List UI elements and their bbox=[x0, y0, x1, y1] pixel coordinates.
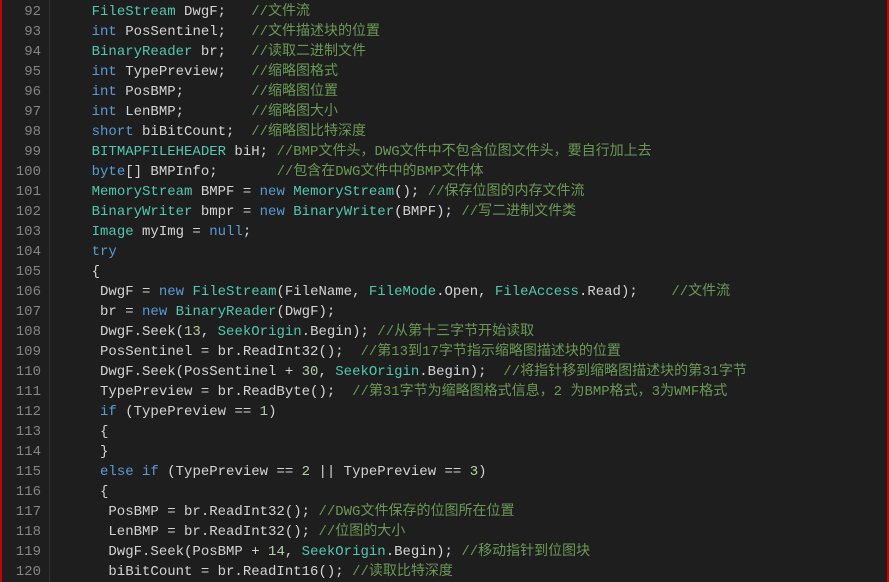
code-area[interactable]: FileStream DwgF; //文件流 int PosSentinel; … bbox=[50, 0, 887, 582]
code-line[interactable]: int PosSentinel; //文件描述块的位置 bbox=[58, 22, 887, 42]
code-line[interactable]: int TypePreview; //缩略图格式 bbox=[58, 62, 887, 82]
line-number: 115 bbox=[8, 462, 41, 482]
line-number: 104 bbox=[8, 242, 41, 262]
code-line[interactable]: { bbox=[58, 422, 887, 442]
line-number: 111 bbox=[8, 382, 41, 402]
code-line[interactable]: BinaryWriter bmpr = new BinaryWriter(BMP… bbox=[58, 202, 887, 222]
code-line[interactable]: int LenBMP; //缩略图大小 bbox=[58, 102, 887, 122]
line-number: 101 bbox=[8, 182, 41, 202]
code-line[interactable]: short biBitCount; //缩略图比特深度 bbox=[58, 122, 887, 142]
code-line[interactable]: Image myImg = null; bbox=[58, 222, 887, 242]
line-number-gutter: 9293949596979899100101102103104105106107… bbox=[2, 0, 50, 582]
line-number: 119 bbox=[8, 542, 41, 562]
line-number: 95 bbox=[8, 62, 41, 82]
line-number: 120 bbox=[8, 562, 41, 582]
line-number: 108 bbox=[8, 322, 41, 342]
code-line[interactable]: br = new BinaryReader(DwgF); bbox=[58, 302, 887, 322]
line-number: 118 bbox=[8, 522, 41, 542]
code-line[interactable]: if (TypePreview == 1) bbox=[58, 402, 887, 422]
line-number: 117 bbox=[8, 502, 41, 522]
line-number: 103 bbox=[8, 222, 41, 242]
code-line[interactable]: PosSentinel = br.ReadInt32(); //第13到17字节… bbox=[58, 342, 887, 362]
line-number: 92 bbox=[8, 2, 41, 22]
code-line[interactable]: BITMAPFILEHEADER biH; //BMP文件头，DWG文件中不包含… bbox=[58, 142, 887, 162]
code-line[interactable]: { bbox=[58, 482, 887, 502]
code-line[interactable]: BinaryReader br; //读取二进制文件 bbox=[58, 42, 887, 62]
line-number: 110 bbox=[8, 362, 41, 382]
code-line[interactable]: int PosBMP; //缩略图位置 bbox=[58, 82, 887, 102]
line-number: 100 bbox=[8, 162, 41, 182]
line-number: 97 bbox=[8, 102, 41, 122]
code-line[interactable]: DwgF.Seek(13, SeekOrigin.Begin); //从第十三字… bbox=[58, 322, 887, 342]
code-line[interactable]: try bbox=[58, 242, 887, 262]
line-number: 96 bbox=[8, 82, 41, 102]
line-number: 116 bbox=[8, 482, 41, 502]
line-number: 93 bbox=[8, 22, 41, 42]
line-number: 114 bbox=[8, 442, 41, 462]
code-editor[interactable]: 9293949596979899100101102103104105106107… bbox=[0, 0, 889, 582]
line-number: 105 bbox=[8, 262, 41, 282]
line-number: 102 bbox=[8, 202, 41, 222]
code-line[interactable]: { bbox=[58, 262, 887, 282]
code-line[interactable]: DwgF.Seek(PosBMP + 14, SeekOrigin.Begin)… bbox=[58, 542, 887, 562]
line-number: 107 bbox=[8, 302, 41, 322]
line-number: 94 bbox=[8, 42, 41, 62]
line-number: 113 bbox=[8, 422, 41, 442]
code-line[interactable]: PosBMP = br.ReadInt32(); //DWG文件保存的位图所在位… bbox=[58, 502, 887, 522]
code-line[interactable]: MemoryStream BMPF = new MemoryStream(); … bbox=[58, 182, 887, 202]
code-line[interactable]: } bbox=[58, 442, 887, 462]
code-line[interactable]: DwgF.Seek(PosSentinel + 30, SeekOrigin.B… bbox=[58, 362, 887, 382]
code-line[interactable]: biBitCount = br.ReadInt16(); //读取比特深度 bbox=[58, 562, 887, 582]
code-line[interactable]: TypePreview = br.ReadByte(); //第31字节为缩略图… bbox=[58, 382, 887, 402]
line-number: 109 bbox=[8, 342, 41, 362]
code-line[interactable]: LenBMP = br.ReadInt32(); //位图的大小 bbox=[58, 522, 887, 542]
line-number: 98 bbox=[8, 122, 41, 142]
code-line[interactable]: FileStream DwgF; //文件流 bbox=[58, 2, 887, 22]
line-number: 106 bbox=[8, 282, 41, 302]
line-number: 112 bbox=[8, 402, 41, 422]
code-line[interactable]: DwgF = new FileStream(FileName, FileMode… bbox=[58, 282, 887, 302]
line-number: 99 bbox=[8, 142, 41, 162]
code-line[interactable]: else if (TypePreview == 2 || TypePreview… bbox=[58, 462, 887, 482]
code-line[interactable]: byte[] BMPInfo; //包含在DWG文件中的BMP文件体 bbox=[58, 162, 887, 182]
